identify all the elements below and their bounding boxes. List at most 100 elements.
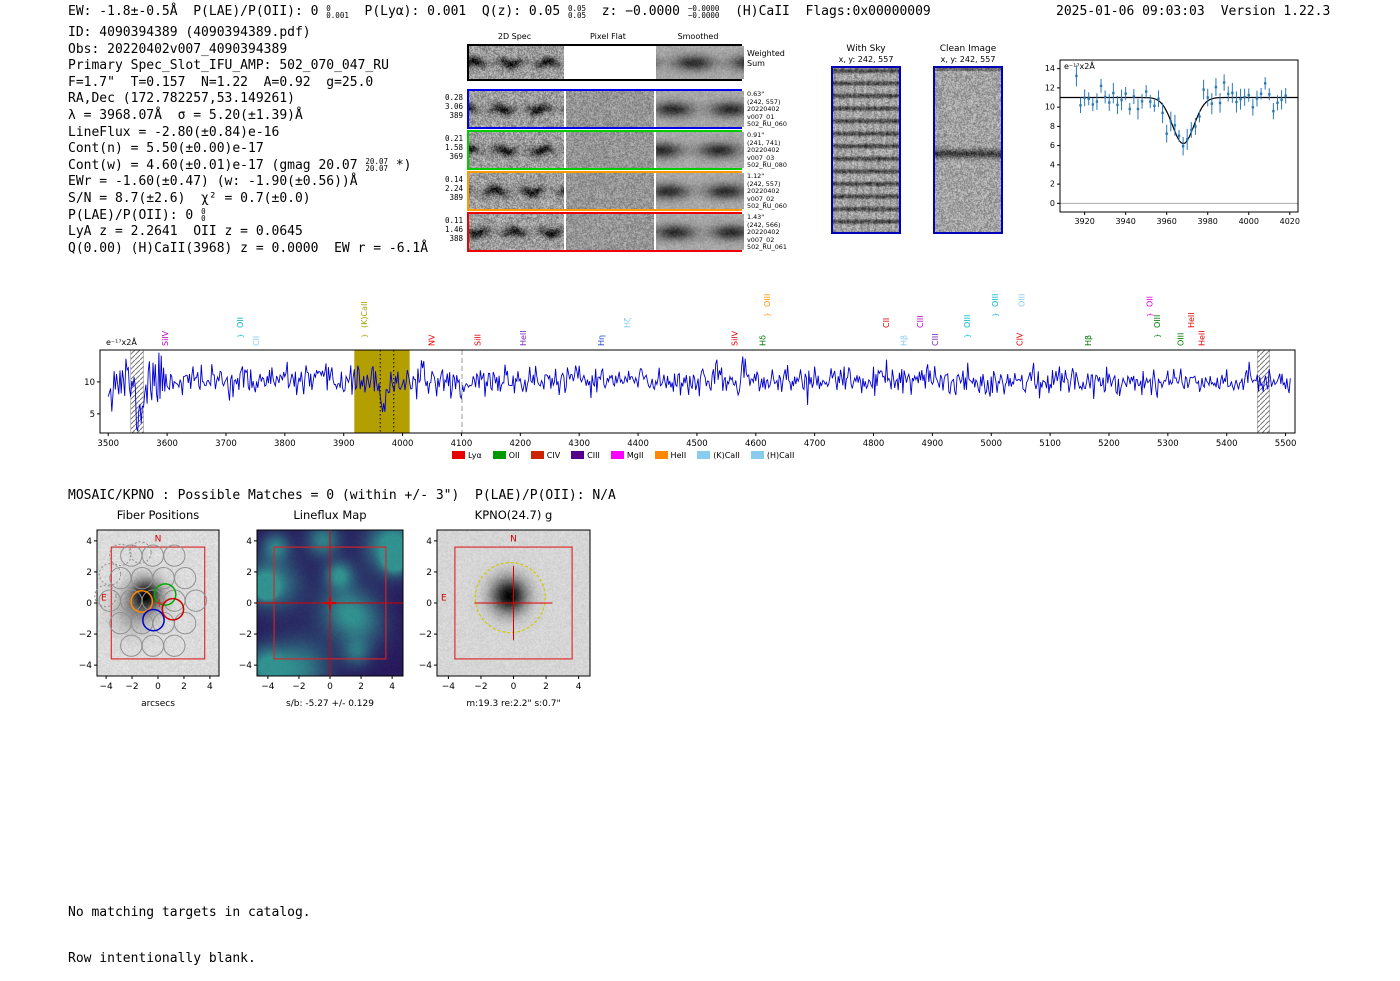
data-point — [1144, 90, 1148, 93]
data-point — [1247, 93, 1250, 97]
highlight-band — [354, 350, 410, 433]
legend-swatch — [697, 451, 711, 459]
left-label-line: 3.06 — [444, 102, 463, 111]
emission-line-label: CIII — [931, 333, 940, 346]
legend-item-HeII: HeII — [654, 451, 686, 460]
right-label-line: 502_RU_060 — [747, 202, 787, 211]
with-sky-title: With Sky — [846, 44, 886, 54]
lineflux-map-xlabel: s/b: -5.27 +/- 0.129 — [286, 699, 374, 709]
x-tick-label: 3960 — [1157, 217, 1177, 226]
data-point — [1259, 92, 1263, 95]
x-tick-label: −4 — [442, 682, 456, 692]
detection-info-block: ID: 4090394389 (4090394389.pdf) Obs: 2022… — [68, 25, 428, 257]
info-line: Q(0.00) (H)CaII(3968) z = 0.0000 EW r = … — [68, 241, 428, 258]
clean-image-title: Clean Image — [939, 44, 997, 54]
emission-line-label: (K)CaII — [360, 301, 369, 328]
flux-units-label: e⁻¹⁷x2Å — [1064, 60, 1095, 71]
spec2d-left-label: 0.14 2.24 389 — [426, 175, 463, 202]
x-tick-label: 3500 — [97, 439, 119, 449]
left-label-line: 369 — [449, 152, 463, 161]
header-summary-line: EW: -1.8±-0.5Å P(LAE)/P(OII): 0 0 0.001 P… — [68, 4, 931, 19]
left-label-line: 0.11 — [444, 216, 463, 225]
text-segment: (H)CaII Flags:0x00000009 — [719, 4, 931, 19]
text-segment: λ = 3968.07Å σ = 5.20(±1.39)Å — [68, 107, 303, 123]
clean-image — [935, 68, 1001, 232]
x-tick-label: 0 — [327, 682, 333, 692]
x-tick-label: 5200 — [1098, 439, 1120, 449]
spec2d-right-label: 1.43" (242, 566) 20220402 v007_02 502_RU_061 — [747, 213, 809, 252]
x-tick-label: 3920 — [1074, 217, 1094, 226]
x-tick-label: −2 — [292, 682, 305, 692]
text-segment: Cont(n) = 5.50(±0.00)e-17 — [68, 141, 264, 157]
data-point — [1083, 96, 1086, 100]
column-header-pixel-flat: Pixel Flat — [590, 32, 626, 41]
data-point — [1124, 92, 1127, 95]
x-tick-label: 4000 — [1239, 217, 1259, 226]
line-label-brace: } — [237, 334, 245, 338]
spec2d-row — [467, 212, 744, 252]
clean-image-coords: x, y: 242, 557 — [940, 55, 996, 64]
spec2d-spec-image — [469, 173, 564, 209]
info-line: LyA z = 2.2641 OII z = 0.0645 — [68, 224, 428, 241]
with-sky-panel — [831, 66, 901, 234]
emission-line-label: CII — [882, 318, 891, 328]
legend-label: (K)CaII — [713, 450, 740, 460]
stacked-fraction: 0.05 0.05 — [568, 3, 587, 20]
kpno-g-xlabel: m:19.3 re:2.2" s:0.7" — [466, 699, 561, 709]
report-version: Version 1.22.3 — [1220, 4, 1331, 19]
y-tick-label: 4 — [426, 537, 432, 547]
emission-line-label: OIII — [1153, 315, 1162, 328]
info-line: ID: 4090394389 (4090394389.pdf) — [68, 25, 428, 42]
legend-swatch — [530, 451, 544, 459]
y-tick-label: 4 — [1050, 160, 1055, 169]
text-segment: P(LAE)/P(OII): 0 — [68, 207, 202, 223]
x-tick-label: 5000 — [980, 439, 1002, 449]
x-tick-label: 5300 — [1157, 439, 1179, 449]
info-line: Cont(n) = 5.50(±0.00)e-17 — [68, 141, 428, 158]
emission-line-label: SiII — [473, 334, 482, 346]
fiber-positions-title: Fiber Positions — [116, 508, 200, 522]
spec2d-smooth-image — [656, 214, 744, 250]
left-label-line: 0.14 — [444, 175, 463, 184]
data-point — [1210, 102, 1214, 105]
spec2d-row — [467, 130, 744, 170]
data-point — [1198, 115, 1201, 118]
y-tick-label: 2 — [86, 568, 92, 578]
header-datetime-version: 2025-01-06 09:03:03 Version 1.22.3 — [1056, 4, 1330, 19]
legend-label: MgII — [626, 450, 644, 460]
info-line: Obs: 20220402v007_4090394389 — [68, 42, 428, 59]
legend-item-(K)CaII: (K)CaII — [697, 451, 740, 460]
x-tick-label: 3700 — [215, 439, 237, 449]
spec2d-smooth-image — [656, 173, 744, 209]
spec2d-row — [467, 171, 744, 211]
footer-notes: No matching targets in catalog. Row inte… — [68, 875, 311, 981]
spectrum-line — [107, 352, 1291, 432]
legend-label: CIV — [546, 450, 561, 460]
x-tick-label: 4000 — [392, 439, 414, 449]
data-point — [1128, 107, 1131, 111]
info-line: S/N = 8.7(±2.6) χ² = 0.7(±0.0) — [68, 191, 428, 208]
y-tick-label: 2 — [1050, 180, 1055, 189]
data-point — [1116, 103, 1119, 107]
data-point — [1087, 97, 1090, 100]
left-label-line: 1.58 — [444, 143, 463, 152]
legend-swatch — [750, 451, 764, 459]
emission-line-label: Hη — [597, 335, 606, 346]
spec2d-smooth-image — [656, 46, 744, 79]
x-tick-label: 4700 — [804, 439, 826, 449]
emission-line-label: CII — [252, 336, 261, 346]
y-tick-label: 14 — [1045, 64, 1055, 73]
spectrum-legend: Lyα OII CIV CIII MgII HeII (K)CaII (H)CaII — [452, 444, 805, 463]
text-segment: F=1.7" T=0.157 N=1.22 A=0.92 g=25.0 — [68, 74, 374, 90]
text-segment: Obs: 20220402v007_4090394389 — [68, 41, 288, 57]
x-tick-label: −4 — [99, 682, 113, 692]
report-datetime: 2025-01-06 09:03:03 — [1056, 4, 1205, 19]
text-segment: ID: 4090394389 (4090394389.pdf) — [68, 25, 311, 40]
text-segment: RA,Dec (172.782257,53.149261) — [68, 91, 295, 107]
spec2d-spec-image — [469, 91, 564, 127]
data-point — [1099, 84, 1103, 88]
y-tick-label: 2 — [426, 568, 432, 578]
spec2d-spec-image — [469, 46, 564, 79]
emission-line-label: HeII — [1197, 330, 1206, 346]
x-tick-label: 4900 — [922, 439, 944, 449]
